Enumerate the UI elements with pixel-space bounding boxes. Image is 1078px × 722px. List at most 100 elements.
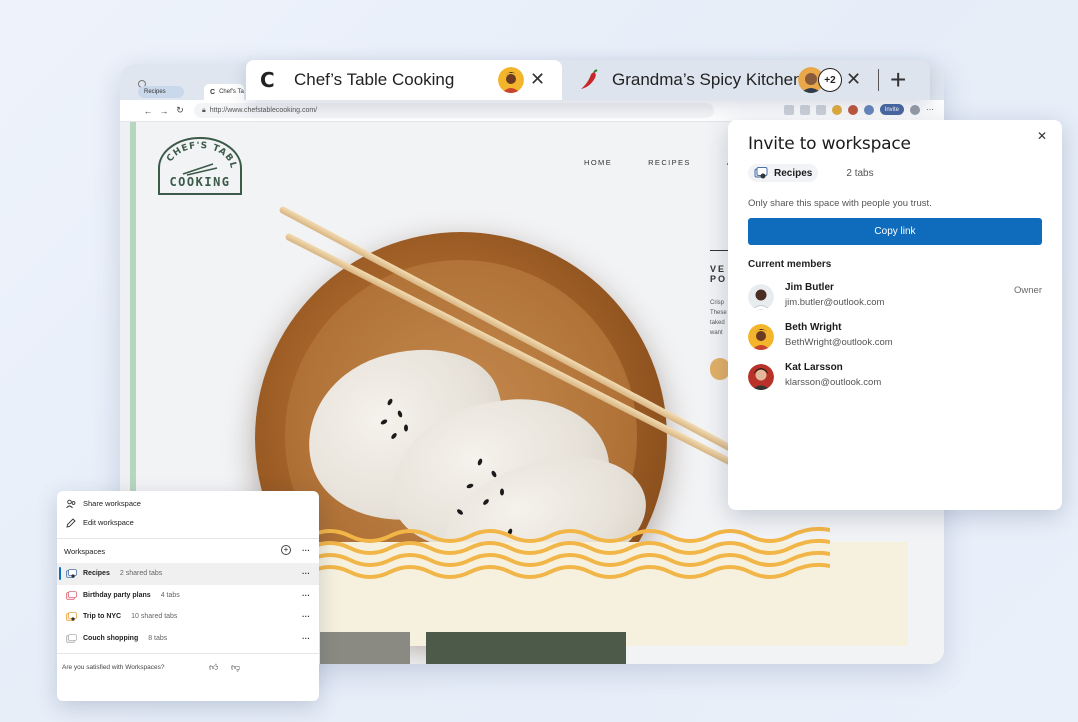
thumbs-down-icon[interactable]: 👎︎	[231, 662, 240, 673]
chili-icon	[581, 69, 598, 89]
member-row: Beth Wright BethWright@outlook.com	[748, 322, 1042, 350]
close-icon[interactable]: ✕	[530, 69, 545, 90]
close-icon[interactable]: ✕	[846, 69, 861, 90]
member-name: Kat Larsson	[785, 362, 843, 373]
feedback-question: Are you satisfied with Workspaces?	[62, 664, 165, 671]
copy-link-button[interactable]: Copy link	[748, 218, 1042, 245]
url-text: http://www.chefstablecooking.com/	[209, 107, 318, 114]
favorites-icon[interactable]	[799, 104, 810, 115]
tab-chefs-table-cooking[interactable]: C Chef’s Table Cooking ✕	[246, 60, 562, 100]
close-icon[interactable]: ✕	[1037, 129, 1047, 143]
avatar	[748, 284, 774, 310]
mini-workspace-tab[interactable]: Recipes	[138, 86, 184, 98]
site-logo[interactable]: CHEF'S TABLE COOKING	[155, 134, 245, 196]
back-icon[interactable]: ←	[140, 106, 156, 116]
edit-icon	[66, 517, 76, 528]
member-email: BethWright@outlook.com	[785, 337, 893, 348]
nav-recipes[interactable]: RECIPES	[648, 158, 691, 167]
workspace-item-couch[interactable]: Couch shopping 8 tabs ···	[57, 628, 319, 650]
profile-avatar[interactable]	[910, 104, 920, 115]
member-avatar-small	[831, 104, 842, 115]
workspaces-panel: Share workspace Edit workspace Workspace…	[57, 491, 319, 701]
hero-text-line: These	[710, 310, 727, 316]
mini-tab-favicon: C	[210, 88, 216, 96]
address-bar-row: ← → ↻ 🔒︎ http://www.chefstablecooking.co…	[120, 100, 944, 122]
toolbar-right: Invite ···	[783, 104, 934, 115]
dialog-title: Invite to workspace	[748, 134, 911, 154]
workspace-count: 8 tabs	[148, 634, 168, 642]
lock-icon: 🔒︎	[202, 106, 206, 114]
share-workspace-item[interactable]: Share workspace	[57, 494, 319, 513]
member-row: Kat Larsson klarsson@outlook.com	[748, 362, 1042, 390]
workspace-count: 2 shared tabs	[119, 570, 163, 578]
workspace-count: 10 shared tabs	[131, 613, 178, 621]
tab-favicon: C	[260, 68, 275, 92]
hero-text-line: want	[710, 330, 723, 336]
address-bar[interactable]: 🔒︎ http://www.chefstablecooking.com/	[194, 103, 714, 118]
workspace-name: Recipes	[83, 570, 110, 578]
svg-text:CHEF'S TABLE: CHEF'S TABLE	[155, 134, 238, 170]
tab-grandmas-spicy-kitchen[interactable]: Grandma’s Spicy Kitchen +2 ✕	[568, 60, 861, 100]
more-icon[interactable]: ···	[302, 569, 310, 578]
extensions-icon[interactable]	[783, 104, 794, 115]
workspace-name: Couch shopping	[83, 634, 139, 642]
more-icon[interactable]: ···	[926, 105, 934, 114]
add-icon[interactable]: +	[281, 545, 291, 555]
edit-workspace-label: Edit workspace	[83, 518, 134, 527]
tab-strip: C Chef’s Table Cooking ✕ Grandma’s Spicy…	[246, 60, 930, 100]
extra-collaborators-count: +2	[818, 68, 842, 92]
edit-workspace-item[interactable]: Edit workspace	[57, 513, 319, 532]
tab-separator	[878, 69, 879, 91]
more-icon[interactable]: ···	[302, 591, 310, 600]
avatar	[748, 364, 774, 390]
workspaces-title: Workspaces	[64, 546, 106, 556]
avatar	[748, 324, 774, 350]
hero-text-line: taked	[710, 320, 725, 326]
share-icon	[66, 499, 76, 508]
member-name: Jim Butler	[785, 282, 834, 293]
workspace-name: Birthday party plans	[83, 591, 151, 599]
recipe-thumbnail[interactable]	[426, 632, 626, 664]
trust-note: Only share this space with people you tr…	[748, 198, 932, 209]
mini-active-tab[interactable]: C Chef's Ta	[204, 84, 244, 100]
hero-text-line: Crisp	[710, 300, 725, 306]
invite-button-small[interactable]: Invite	[879, 104, 904, 115]
collections-icon[interactable]	[815, 104, 826, 115]
more-icon[interactable]: ···	[302, 612, 310, 621]
invite-dialog: Invite to workspace ✕ Recipes 2 tabs Onl…	[728, 120, 1062, 510]
member-avatar-small	[863, 104, 874, 115]
share-workspace-label: Share workspace	[83, 499, 141, 508]
more-icon[interactable]: ···	[302, 546, 310, 555]
hero-title-line-1: VE	[710, 264, 727, 274]
workspace-item-recipes[interactable]: Recipes 2 shared tabs ···	[57, 563, 319, 585]
workspace-row: Recipes 2 tabs	[748, 164, 1042, 182]
thumbs-up-icon[interactable]: 👍︎	[209, 662, 218, 673]
hero-cta-button[interactable]	[710, 358, 730, 380]
hero-title: VE PO	[710, 264, 727, 284]
tab-title: Chef’s Table Cooking	[294, 70, 455, 89]
refresh-icon[interactable]: ↻	[172, 105, 188, 116]
forward-icon[interactable]: →	[156, 106, 172, 116]
tab-title: Grandma’s Spicy Kitchen	[612, 70, 803, 89]
new-tab-icon[interactable]: +	[890, 64, 906, 96]
member-row: Jim Butler jim.butler@outlook.com Owner	[748, 282, 1042, 310]
member-avatar-small	[847, 104, 858, 115]
hero-text: Crisp These taked want	[710, 298, 727, 338]
member-role: Owner	[1014, 285, 1042, 296]
svg-text:COOKING: COOKING	[169, 175, 230, 189]
workspace-count: 4 tabs	[160, 591, 180, 599]
nav-home[interactable]: HOME	[584, 158, 612, 167]
recipe-thumbnail[interactable]	[320, 632, 410, 664]
workspace-item-trip[interactable]: Trip to NYC 10 shared tabs ···	[57, 606, 319, 628]
workspace-icon	[66, 590, 77, 600]
mini-tab-label: Chef's Ta	[219, 89, 244, 95]
members-title: Current members	[748, 259, 832, 270]
workspaces-header: Workspaces + ···	[57, 539, 319, 563]
workspace-item-birthday[interactable]: Birthday party plans 4 tabs ···	[57, 585, 319, 607]
hero-title-line-2: PO	[710, 274, 728, 284]
feedback-row: Are you satisfied with Workspaces? 👍︎ 👎︎	[57, 653, 319, 681]
more-icon[interactable]: ···	[302, 634, 310, 643]
decorative-wave	[310, 526, 830, 579]
workspace-name: Trip to NYC	[83, 613, 122, 621]
workspace-chip: Recipes	[748, 164, 819, 182]
